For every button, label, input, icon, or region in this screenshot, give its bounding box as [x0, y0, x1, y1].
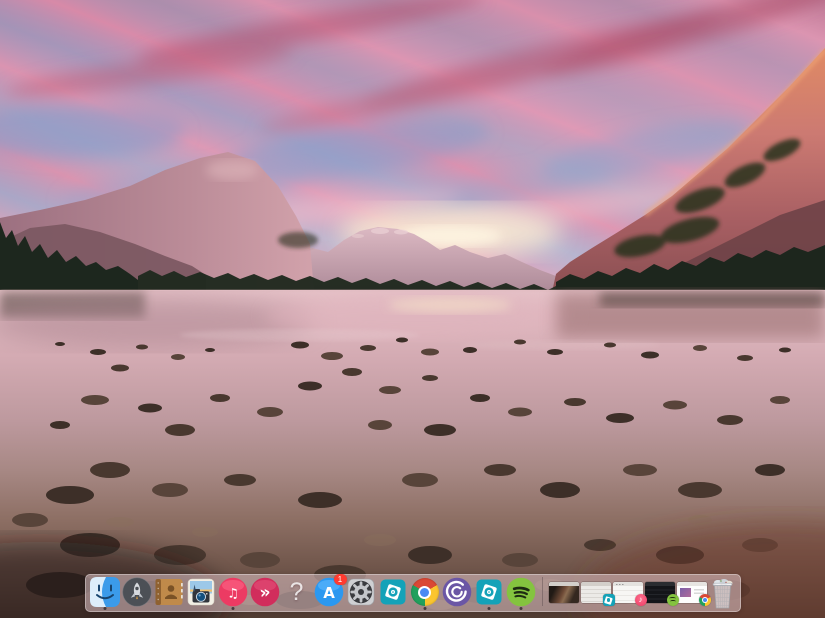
spotify-badge-icon — [667, 594, 679, 606]
minimized-photo-window[interactable] — [549, 582, 579, 603]
minimized-itunes-window[interactable]: ♪ — [613, 582, 643, 603]
dock-separator — [542, 577, 543, 606]
trash[interactable] — [709, 578, 736, 609]
dock-app-system-preferences[interactable] — [346, 577, 376, 607]
dock-app-iphoto[interactable] — [186, 577, 216, 607]
trash-full-icon — [709, 578, 736, 609]
chrome-icon — [411, 578, 439, 606]
dock-app-finder[interactable] — [90, 577, 120, 607]
bittorrent-swirl-icon — [442, 577, 472, 607]
dock-app-chrome[interactable] — [410, 577, 440, 607]
dock-app-bittorrent[interactable] — [442, 577, 472, 607]
capture-aperture-icon — [378, 577, 408, 607]
dock-app-capture[interactable] — [378, 577, 408, 607]
question-mark-icon: ? — [282, 577, 312, 607]
spotify-icon — [506, 577, 536, 607]
dock-app-contacts[interactable] — [154, 577, 184, 607]
dock-app-spotify[interactable] — [506, 577, 536, 607]
window-content — [549, 586, 579, 603]
running-indicator — [103, 607, 106, 610]
capture-app-badge-icon — [603, 594, 615, 606]
contacts-book-icon — [154, 577, 184, 607]
wallpaper-image — [0, 0, 825, 618]
dock: ♫ » ? A 1 — [85, 574, 741, 612]
itunes-music-note-icon: ♫ — [218, 577, 248, 607]
minimized-capture-app-window[interactable] — [581, 582, 611, 603]
dock-app-missing[interactable]: ? — [282, 577, 312, 607]
dock-app-forward-arrows[interactable]: » — [250, 577, 280, 607]
svg-text:♫: ♫ — [227, 587, 239, 602]
chrome-badge-icon — [699, 594, 711, 606]
dock-app-app-store[interactable]: A 1 — [314, 577, 344, 607]
minimized-spotify-window[interactable] — [645, 582, 675, 603]
desktop[interactable]: ♫ » ? A 1 — [0, 0, 825, 618]
minimized-chrome-window[interactable] — [677, 582, 707, 603]
itunes-badge-icon: ♪ — [635, 594, 647, 606]
iphoto-camera-icon — [186, 577, 216, 607]
forward-arrows-icon: » — [250, 577, 280, 607]
launchpad-rocket-icon — [122, 577, 152, 607]
svg-text:A: A — [323, 584, 335, 602]
gear-icon — [346, 577, 376, 607]
dock-app-capture-2[interactable] — [474, 577, 504, 607]
dock-app-launchpad[interactable] — [122, 577, 152, 607]
dock-app-itunes[interactable]: ♫ — [218, 577, 248, 607]
capture-aperture-icon — [474, 577, 504, 607]
finder-icon — [90, 577, 120, 607]
